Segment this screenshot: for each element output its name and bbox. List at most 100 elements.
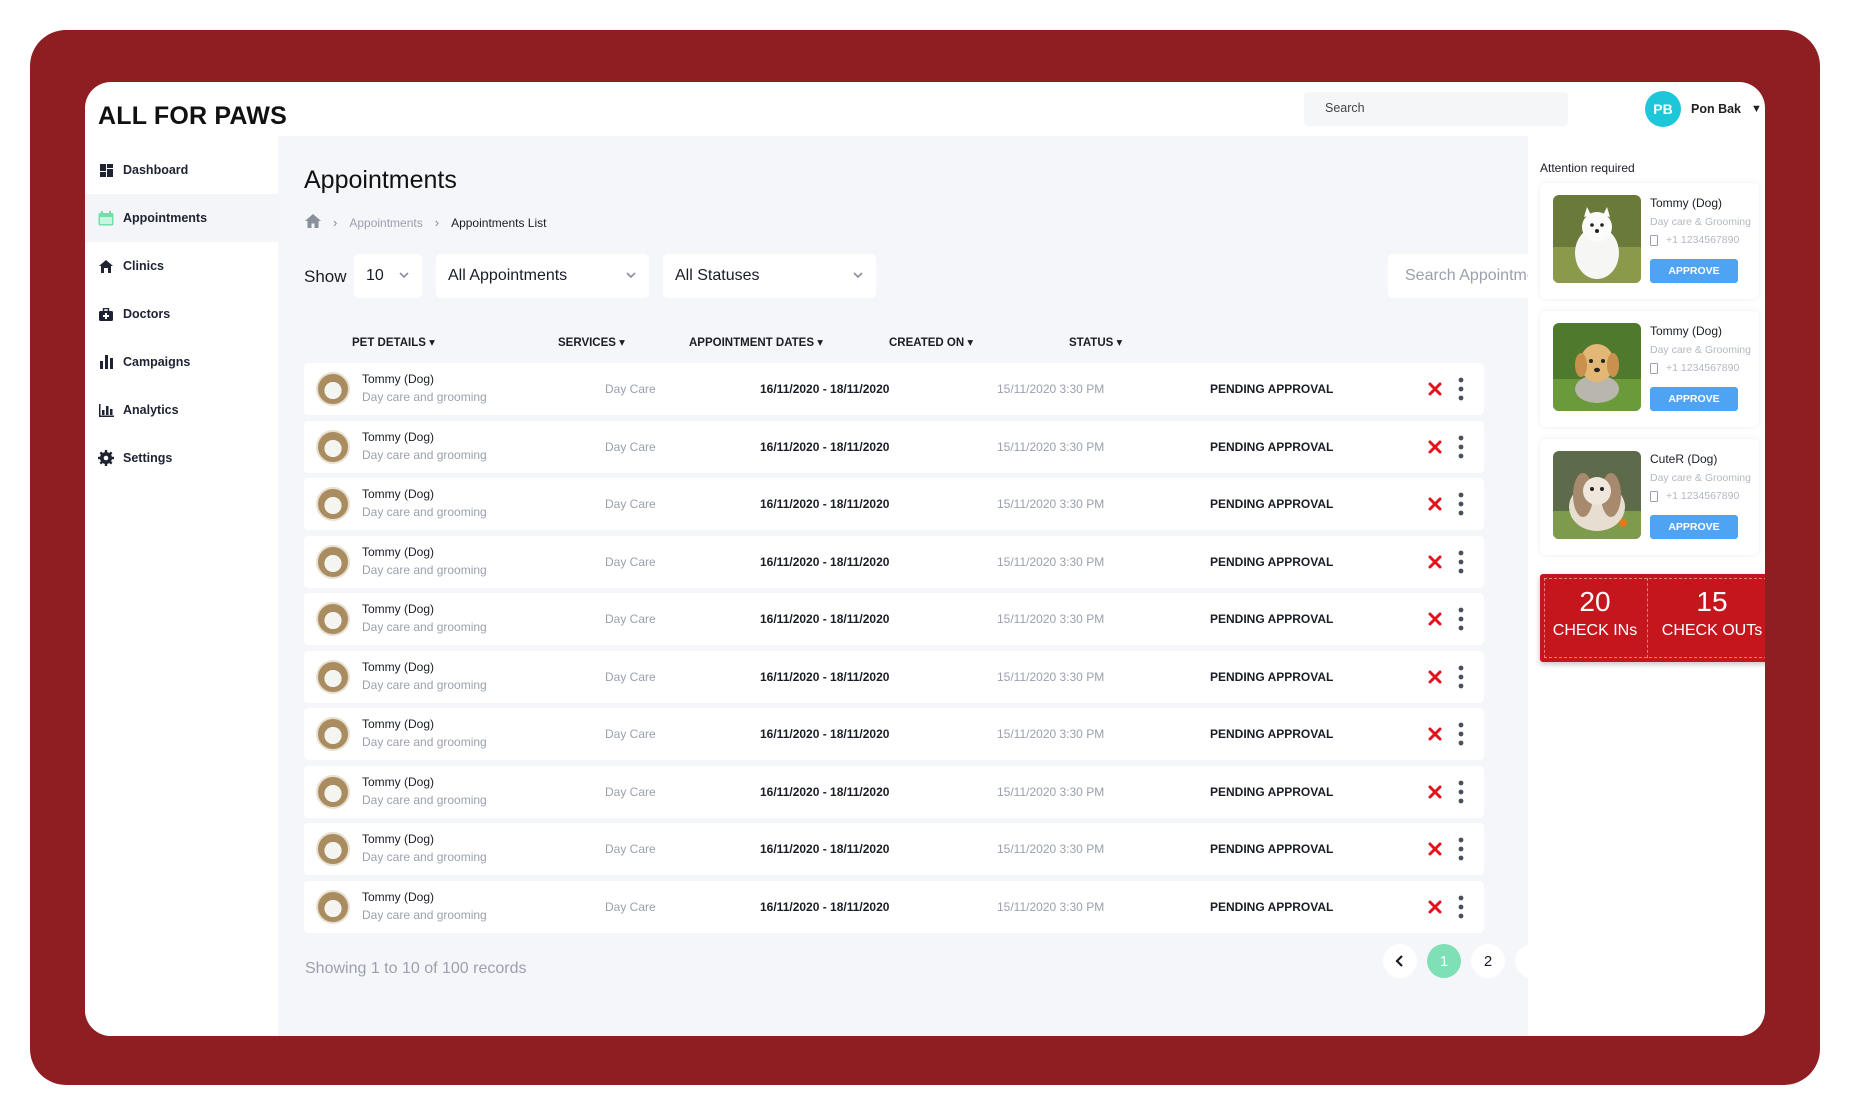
pet-description: Day care and grooming: [362, 792, 487, 807]
appointments-table: Tommy (Dog) Day care and grooming Day Care…: [304, 363, 1484, 938]
close-icon[interactable]: [1427, 669, 1443, 685]
pet-name: CuteR (Dog): [1650, 452, 1718, 466]
table-header: PET DETAILS ▾ SERVICES ▾ APPOINTMENT DAT…: [304, 330, 1484, 354]
created-on-cell: 15/11/2020 3:30 PM: [997, 554, 1105, 569]
check-ins-stat: 20 CHECK INs: [1540, 586, 1650, 640]
phone-icon: [1650, 234, 1658, 246]
close-icon[interactable]: [1427, 726, 1443, 742]
more-vertical-icon[interactable]: [1454, 435, 1468, 459]
column-services[interactable]: SERVICES ▾: [558, 335, 625, 349]
pet-name: Tommy (Dog): [362, 717, 435, 731]
status-select[interactable]: All Statuses: [663, 254, 876, 298]
show-label: Show: [304, 267, 347, 286]
created-on-cell: 15/11/2020 3:30 PM: [997, 439, 1105, 454]
pet-name: Tommy (Dog): [362, 774, 435, 789]
page-button-1[interactable]: 1: [1427, 944, 1461, 978]
more-vertical-icon[interactable]: [1454, 895, 1468, 919]
pet-name: Tommy (Dog): [1650, 324, 1723, 338]
created-on-cell: 15/11/2020 3:30 PM: [997, 497, 1105, 511]
close-icon[interactable]: [1427, 899, 1443, 915]
chevron-down-icon: [399, 272, 409, 279]
column-created-on[interactable]: CREATED ON ▾: [889, 335, 973, 349]
table-row[interactable]: Tommy (Dog) Day care and grooming Day Care…: [304, 478, 1484, 530]
records-summary: Showing 1 to 10 of 100 records: [305, 960, 527, 977]
sidebar-item-appointments[interactable]: Appointments: [85, 194, 278, 242]
sidebar-item-dashboard[interactable]: Dashboard: [85, 146, 278, 194]
table-row[interactable]: Tommy (Dog) Day care and grooming Day Care…: [304, 363, 1484, 415]
sidebar-item-doctors[interactable]: Doctors: [85, 290, 278, 338]
approve-button[interactable]: APPROVE: [1650, 515, 1738, 539]
service-cell: Day Care: [605, 382, 656, 396]
phone-icon: [1650, 490, 1658, 502]
approve-button[interactable]: APPROVE: [1650, 387, 1738, 411]
prev-page-button[interactable]: [1383, 944, 1417, 978]
check-ins-count: 20: [1579, 586, 1611, 617]
more-vertical-icon[interactable]: [1454, 492, 1468, 516]
status-cell: PENDING APPROVAL: [1210, 669, 1334, 684]
close-icon[interactable]: [1427, 554, 1443, 570]
table-row[interactable]: Tommy (Dog) Day care and grooming Day Care…: [304, 535, 1484, 588]
more-vertical-icon[interactable]: [1454, 837, 1468, 861]
status-cell: PENDING APPROVAL: [1210, 439, 1334, 454]
sidebar-item-analytics[interactable]: Analytics: [85, 386, 278, 434]
gear-icon: [97, 449, 115, 467]
sidebar-item-clinics[interactable]: Clinics: [85, 242, 278, 290]
breadcrumb-appointments[interactable]: Appointments: [349, 216, 422, 230]
home-icon[interactable]: [305, 214, 321, 231]
created-on-cell: 15/11/2020 3:30 PM: [997, 382, 1105, 396]
close-icon[interactable]: [1427, 439, 1443, 455]
column-appointment-dates[interactable]: APPOINTMENT DATES ▾: [689, 335, 823, 349]
appointment-dates-cell: 16/11/2020 - 18/11/2020: [760, 439, 890, 454]
pet-description: Day care and grooming: [362, 505, 487, 519]
table-row[interactable]: Tommy (Dog) Day care and grooming Day Care…: [304, 823, 1484, 875]
global-search-input[interactable]: Search: [1304, 92, 1568, 126]
pet-name: Tommy (Dog): [362, 889, 435, 904]
sidebar-item-campaigns[interactable]: Campaigns: [85, 338, 278, 386]
page-button-2[interactable]: 2: [1471, 944, 1505, 978]
status-cell: PENDING APPROVAL: [1210, 842, 1334, 856]
status-cell: PENDING APPROVAL: [1210, 899, 1334, 914]
appointment-type-select[interactable]: All Appointments: [436, 254, 649, 298]
main-content: Appointments › Appointments › Appointmen…: [278, 136, 1692, 1036]
close-icon[interactable]: [1427, 841, 1443, 857]
appointment-dates-cell: 16/11/2020 - 18/11/2020: [760, 842, 890, 856]
table-row[interactable]: Tommy (Dog) Day care and grooming Day Care…: [304, 708, 1484, 760]
dashboard-icon: [97, 161, 115, 179]
close-icon[interactable]: [1427, 496, 1443, 512]
sidebar-item-settings[interactable]: Settings: [85, 434, 278, 482]
table-row[interactable]: Tommy (Dog) Day care and grooming Day Care…: [304, 765, 1484, 818]
column-pet-details[interactable]: PET DETAILS ▾: [352, 335, 435, 349]
page-size-select[interactable]: 10: [354, 254, 422, 298]
table-row[interactable]: Tommy (Dog) Day care and grooming Day Care…: [304, 880, 1484, 933]
close-icon[interactable]: [1427, 381, 1443, 397]
status-value: All Statuses: [675, 267, 760, 284]
created-on-cell: 15/11/2020 3:30 PM: [997, 669, 1105, 684]
column-status[interactable]: STATUS ▾: [1069, 335, 1122, 349]
sidebar-item-label: Analytics: [123, 403, 179, 417]
status-cell: PENDING APPROVAL: [1210, 784, 1334, 799]
user-menu[interactable]: PB Pon Bak ▼: [1645, 91, 1762, 127]
more-vertical-icon[interactable]: [1454, 780, 1468, 804]
more-vertical-icon[interactable]: [1454, 377, 1468, 401]
status-cell: PENDING APPROVAL: [1210, 727, 1334, 741]
chevron-right-icon: ›: [333, 215, 338, 230]
table-row[interactable]: Tommy (Dog) Day care and grooming Day Care…: [304, 593, 1484, 645]
approve-button[interactable]: APPROVE: [1650, 259, 1738, 283]
pet-phone: +1 1234567890: [1650, 362, 1739, 374]
more-vertical-icon[interactable]: [1454, 665, 1468, 689]
analytics-icon: [97, 401, 115, 419]
calendar-icon: [97, 209, 115, 227]
pet-description: Day care and grooming: [362, 735, 487, 749]
pet-name: Tommy (Dog): [362, 372, 435, 386]
table-row[interactable]: Tommy (Dog) Day care and grooming Day Care…: [304, 420, 1484, 473]
pet-photo: [1553, 451, 1641, 539]
pet-avatar: [316, 659, 350, 694]
appointment-dates-cell: 16/11/2020 - 18/11/2020: [760, 899, 890, 914]
more-vertical-icon[interactable]: [1454, 722, 1468, 746]
table-row[interactable]: Tommy (Dog) Day care and grooming Day Care…: [304, 650, 1484, 703]
close-icon[interactable]: [1427, 784, 1443, 800]
more-vertical-icon[interactable]: [1454, 550, 1468, 574]
appointment-dates-cell: 16/11/2020 - 18/11/2020: [760, 497, 890, 511]
close-icon[interactable]: [1427, 611, 1443, 627]
more-vertical-icon[interactable]: [1454, 607, 1468, 631]
